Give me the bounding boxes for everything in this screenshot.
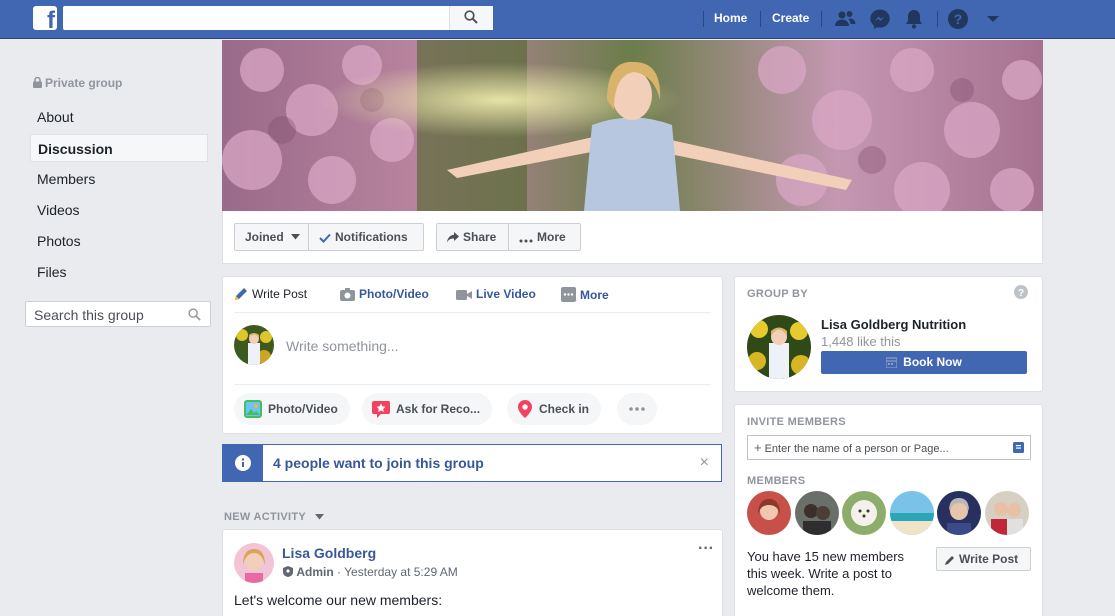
user-avatar[interactable] — [234, 325, 274, 365]
friend-requests-icon[interactable] — [833, 7, 857, 31]
post-timestamp[interactable]: Yesterday at 5:29 AM — [344, 565, 458, 579]
sidebar-item-photos[interactable]: Photos — [30, 227, 208, 255]
chevron-down-icon — [315, 514, 325, 520]
member-avatar[interactable] — [795, 491, 839, 535]
post-text: Let's welcome our new members: — [234, 592, 443, 608]
post-author-link[interactable]: Lisa Goldberg — [282, 545, 376, 561]
book-now-button[interactable]: Book Now — [821, 351, 1027, 374]
invite-members-label: INVITE MEMBERS — [747, 416, 846, 428]
close-icon[interactable]: × — [700, 454, 709, 472]
svg-text:?: ? — [954, 11, 963, 27]
photo-video-action[interactable]: Photo/Video — [234, 393, 350, 425]
sidebar-item-files[interactable]: Files — [30, 258, 208, 286]
composer-card: Write Post Photo/Video Live Video More W… — [222, 276, 723, 434]
camera-icon — [340, 288, 355, 301]
sidebar-item-about[interactable]: About — [30, 103, 208, 131]
top-bar: f Home Create ? — [0, 0, 1115, 39]
calendar-icon — [885, 357, 898, 369]
new-activity-label[interactable]: NEW ACTIVITY — [224, 511, 325, 523]
member-avatar[interactable] — [985, 491, 1029, 535]
join-requests-text[interactable]: 4 people want to join this group — [273, 455, 484, 471]
page-avatar[interactable] — [747, 315, 811, 379]
cover-photo[interactable] — [222, 40, 1043, 211]
write-post-button[interactable]: Write Post — [936, 547, 1031, 571]
admin-badge-icon — [283, 566, 293, 577]
member-avatar[interactable] — [747, 491, 791, 535]
help-icon[interactable]: ? — [946, 7, 970, 31]
page-name-link[interactable]: Lisa Goldberg Nutrition — [821, 317, 966, 332]
tab-photo-video[interactable]: Photo/Video — [340, 287, 429, 301]
privacy-label: Private group — [33, 76, 122, 90]
nav-create-link[interactable]: Create — [772, 11, 809, 25]
member-avatar[interactable] — [842, 491, 886, 535]
post-card: Lisa Goldberg Admin · Yesterday at 5:29 … — [222, 529, 723, 616]
sidebar-item-videos[interactable]: Videos — [30, 196, 208, 224]
messenger-icon[interactable] — [868, 7, 892, 31]
search-icon — [464, 10, 478, 24]
address-book-icon[interactable] — [1013, 442, 1024, 453]
member-avatar[interactable] — [890, 491, 934, 535]
invite-member-input[interactable]: + Enter the name of a person or Page... — [747, 435, 1031, 460]
composer-input[interactable]: Write something... — [286, 338, 399, 354]
location-pin-icon — [518, 400, 532, 418]
account-menu-icon[interactable] — [981, 7, 1005, 31]
svg-text:?: ? — [1018, 288, 1024, 299]
info-icon — [223, 445, 263, 481]
share-icon — [447, 232, 459, 243]
ellipsis-icon — [629, 407, 645, 411]
more-actions-button[interactable] — [617, 393, 657, 425]
chevron-down-icon — [291, 234, 301, 240]
member-avatar[interactable] — [937, 491, 981, 535]
invite-members-card: INVITE MEMBERS + Enter the name of a pers… — [734, 404, 1043, 616]
search-icon — [188, 308, 201, 321]
tab-more[interactable]: More — [561, 287, 609, 302]
notifications-icon[interactable] — [902, 7, 926, 31]
help-icon[interactable]: ? — [1014, 285, 1028, 299]
tab-live-video[interactable]: Live Video — [456, 287, 536, 301]
checkmark-icon — [319, 233, 331, 243]
post-options-button[interactable]: ··· — [698, 540, 714, 558]
global-search-input[interactable] — [63, 6, 493, 30]
ask-for-recommendations-action[interactable]: Ask for Reco... — [362, 393, 493, 425]
joined-button[interactable]: Joined — [234, 223, 309, 251]
video-camera-icon — [456, 290, 472, 300]
search-button[interactable] — [449, 6, 493, 30]
facebook-logo-icon[interactable]: f — [33, 6, 57, 30]
more-grid-icon — [561, 287, 576, 302]
sidebar-item-discussion[interactable]: Discussion — [30, 134, 208, 162]
pencil-icon — [235, 288, 247, 300]
group-search-input[interactable]: Search this group — [25, 301, 211, 327]
post-meta: Admin · Yesterday at 5:29 AM — [283, 565, 458, 579]
group-by-card: GROUP BY ? Lisa Goldberg Nutrition 1,448… — [734, 276, 1043, 392]
notifications-button[interactable]: Notifications — [308, 223, 424, 251]
tab-write-post[interactable]: Write Post — [234, 287, 307, 301]
lock-icon — [33, 76, 42, 88]
new-members-message: You have 15 new members this week. Write… — [747, 549, 905, 598]
check-in-action[interactable]: Check in — [507, 393, 602, 425]
members-label: MEMBERS — [747, 475, 806, 487]
group-by-label: GROUP BY — [747, 288, 808, 300]
more-button[interactable]: More — [508, 223, 581, 251]
photo-icon — [244, 400, 262, 418]
star-bubble-icon — [372, 401, 390, 418]
page-likes: 1,448 like this — [821, 334, 901, 349]
pencil-icon — [945, 556, 954, 565]
join-requests-banner[interactable]: 4 people want to join this group × — [222, 444, 722, 482]
sidebar-item-members[interactable]: Members — [30, 165, 208, 193]
nav-home-link[interactable]: Home — [714, 11, 747, 25]
share-button[interactable]: Share — [436, 223, 509, 251]
post-role: Admin — [296, 565, 334, 579]
author-avatar[interactable] — [234, 543, 274, 583]
ellipsis-icon — [519, 239, 533, 243]
